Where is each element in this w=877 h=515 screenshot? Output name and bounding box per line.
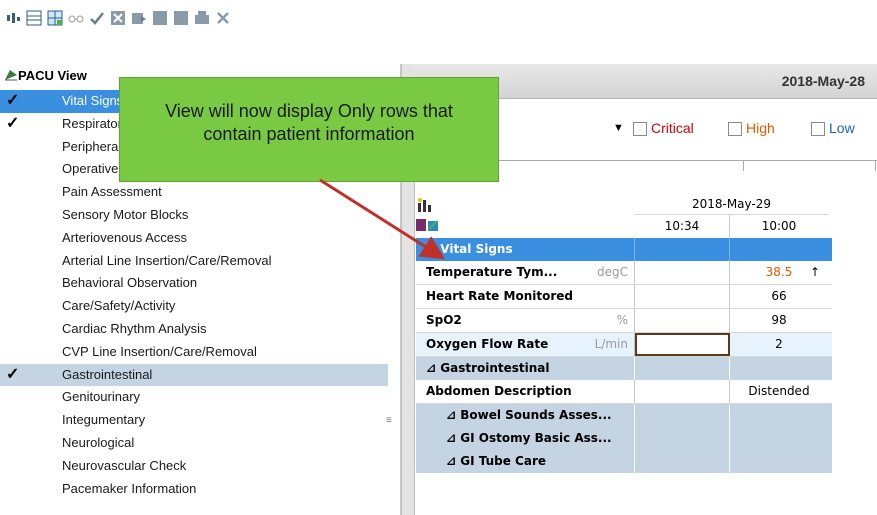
view-section-label: Genitourinary bbox=[62, 389, 141, 405]
rows-icon[interactable] bbox=[26, 10, 42, 26]
cell[interactable] bbox=[635, 285, 730, 308]
row-label: SpO2 bbox=[426, 313, 462, 327]
low-checkbox[interactable] bbox=[811, 122, 825, 136]
row-label: Abdomen Description bbox=[426, 384, 572, 398]
view-title: PACU View bbox=[18, 68, 87, 83]
view-section-item[interactable]: Behavioral Observation bbox=[0, 272, 388, 295]
view-section-label: Arteriovenous Access bbox=[62, 229, 188, 245]
grid-date-label: 2018-May-29 bbox=[635, 193, 828, 215]
collapse-icon[interactable]: ⊿ bbox=[446, 408, 456, 422]
collapse-icon[interactable]: ⊿ bbox=[446, 454, 456, 468]
red-arrow-icon bbox=[319, 178, 446, 260]
callout-line-1: View will now display Only rows that bbox=[165, 101, 453, 121]
subsection-row[interactable]: ⊿ GI Ostomy Basic Ass... bbox=[416, 427, 832, 450]
section-vital-signs[interactable]: ⊿ Vital Signs bbox=[416, 238, 832, 261]
row-unit: % bbox=[616, 313, 628, 327]
view-section-label: Pacemaker Information bbox=[62, 480, 197, 496]
check-icon[interactable] bbox=[89, 10, 105, 26]
view-section-item[interactable]: Care/Safety/Activity bbox=[0, 295, 388, 318]
cell[interactable] bbox=[635, 261, 730, 284]
table-row[interactable]: Heart Rate Monitored 66 bbox=[416, 285, 832, 309]
callout-line-2: contain patient information bbox=[203, 124, 415, 144]
grid-add-icon[interactable] bbox=[47, 10, 63, 26]
view-section-label: Neurovascular Check bbox=[62, 457, 187, 473]
critical-label: Critical bbox=[651, 120, 694, 136]
view-section-label: Peripheral bbox=[62, 138, 122, 154]
view-section-label: Neurological bbox=[62, 434, 135, 450]
view-section-item[interactable]: Pacemaker Information bbox=[0, 478, 388, 501]
view-section-item[interactable]: Cardiac Rhythm Analysis bbox=[0, 318, 388, 341]
view-section-item[interactable]: ✓ Gastrointestinal bbox=[0, 363, 388, 387]
view-section-label: Vital Signs bbox=[62, 93, 124, 108]
view-section-label: Gastrointestinal bbox=[62, 366, 153, 382]
table-row[interactable]: Abdomen Description Distended bbox=[416, 380, 832, 404]
square-icon[interactable] bbox=[152, 10, 168, 26]
row-unit: degC bbox=[597, 265, 628, 279]
toolbar bbox=[0, 0, 877, 38]
section-gastrointestinal[interactable]: ⊿ Gastrointestinal bbox=[416, 357, 832, 380]
dropdown-arrow-icon[interactable]: ▼ bbox=[613, 122, 624, 134]
view-section-label: Care/Safety/Activity bbox=[62, 298, 176, 314]
cell[interactable] bbox=[635, 380, 730, 403]
view-section-label: Arterial Line Insertion/Care/Removal bbox=[62, 252, 272, 268]
high-checkbox[interactable] bbox=[728, 122, 742, 136]
clear-icon[interactable] bbox=[215, 10, 231, 26]
view-section-item[interactable]: CVP Line Insertion/Care/Removal bbox=[0, 341, 388, 364]
checkmark-icon: ✓ bbox=[6, 365, 20, 383]
subsection-label: GI Tube Care bbox=[460, 454, 547, 468]
view-section-item[interactable]: Neurovascular Check bbox=[0, 455, 388, 478]
table-row[interactable]: Temperature Tym... degC 38.5 ↑ bbox=[416, 261, 832, 285]
subsection-row[interactable]: ⊿ GI Tube Care bbox=[416, 450, 832, 473]
cell-temperature[interactable]: 38.5 ↑ bbox=[730, 261, 828, 284]
callout-annotation: View will now display Only rows that con… bbox=[119, 77, 499, 182]
view-section-label: Behavioral Observation bbox=[62, 275, 198, 291]
pacu-view-icon bbox=[4, 68, 18, 85]
cell[interactable]: 98 bbox=[730, 309, 828, 332]
sort-icon[interactable] bbox=[6, 10, 22, 26]
table-row[interactable]: SpO2% 98 bbox=[416, 309, 832, 333]
critical-checkbox[interactable] bbox=[633, 122, 647, 136]
flowsheet-grid: 2018-May-29 10:34 10:00 ⊿ Vital Signs Te… bbox=[416, 193, 832, 473]
table-row[interactable]: Oxygen Flow Rate L/min 2 bbox=[416, 333, 832, 357]
time-column-1034[interactable]: 10:34 bbox=[635, 215, 730, 238]
collapse-icon[interactable]: ⊿ bbox=[446, 431, 456, 445]
view-section-label: CVP Line Insertion/Care/Removal bbox=[62, 343, 257, 359]
subsection-label: GI Ostomy Basic Ass... bbox=[460, 431, 612, 445]
checkmark-icon: ✓ bbox=[6, 92, 20, 109]
cell[interactable]: Distended bbox=[730, 380, 828, 403]
collapse-icon[interactable]: ⊿ bbox=[426, 361, 436, 375]
checkmark-icon: ✓ bbox=[6, 114, 20, 132]
row-label: Oxygen Flow Rate bbox=[426, 337, 549, 351]
subsection-label: Bowel Sounds Asses... bbox=[460, 408, 612, 422]
cell[interactable] bbox=[635, 309, 730, 332]
low-label: Low bbox=[829, 120, 855, 136]
high-label: High bbox=[746, 120, 775, 136]
view-section-label: Integumentary bbox=[62, 412, 146, 428]
subsection-row[interactable]: ⊿ Bowel Sounds Asses... bbox=[416, 404, 832, 427]
square-icon-2[interactable] bbox=[173, 10, 189, 26]
cell[interactable]: 66 bbox=[730, 285, 828, 308]
glasses-icon[interactable] bbox=[68, 10, 84, 26]
view-section-label: Pain Assessment bbox=[62, 184, 162, 200]
close-box-icon[interactable] bbox=[110, 10, 126, 26]
view-section-item[interactable]: Integumentary bbox=[0, 409, 388, 432]
focused-cell[interactable] bbox=[635, 333, 730, 356]
print-icon[interactable] bbox=[194, 10, 210, 26]
section-label: Vital Signs bbox=[440, 242, 513, 256]
date-header: 2018-May-28 bbox=[781, 73, 865, 89]
row-label: Heart Rate Monitored bbox=[426, 289, 573, 303]
view-section-item[interactable]: Genitourinary bbox=[0, 386, 388, 409]
cell[interactable]: 2 bbox=[730, 333, 828, 356]
view-section-label: Cardiac Rhythm Analysis bbox=[62, 320, 207, 336]
high-flag-icon: ↑ bbox=[809, 265, 820, 279]
view-section-label: Operative bbox=[62, 161, 119, 177]
section-label: Gastrointestinal bbox=[440, 361, 550, 375]
scroll-grip-icon[interactable]: ≡ bbox=[386, 415, 396, 429]
view-section-label: Sensory Motor Blocks bbox=[62, 206, 189, 222]
time-column-1000[interactable]: 10:00 bbox=[730, 215, 828, 238]
row-unit: L/min bbox=[594, 337, 628, 351]
send-icon[interactable] bbox=[131, 10, 147, 26]
view-section-item[interactable]: Neurological bbox=[0, 432, 388, 455]
